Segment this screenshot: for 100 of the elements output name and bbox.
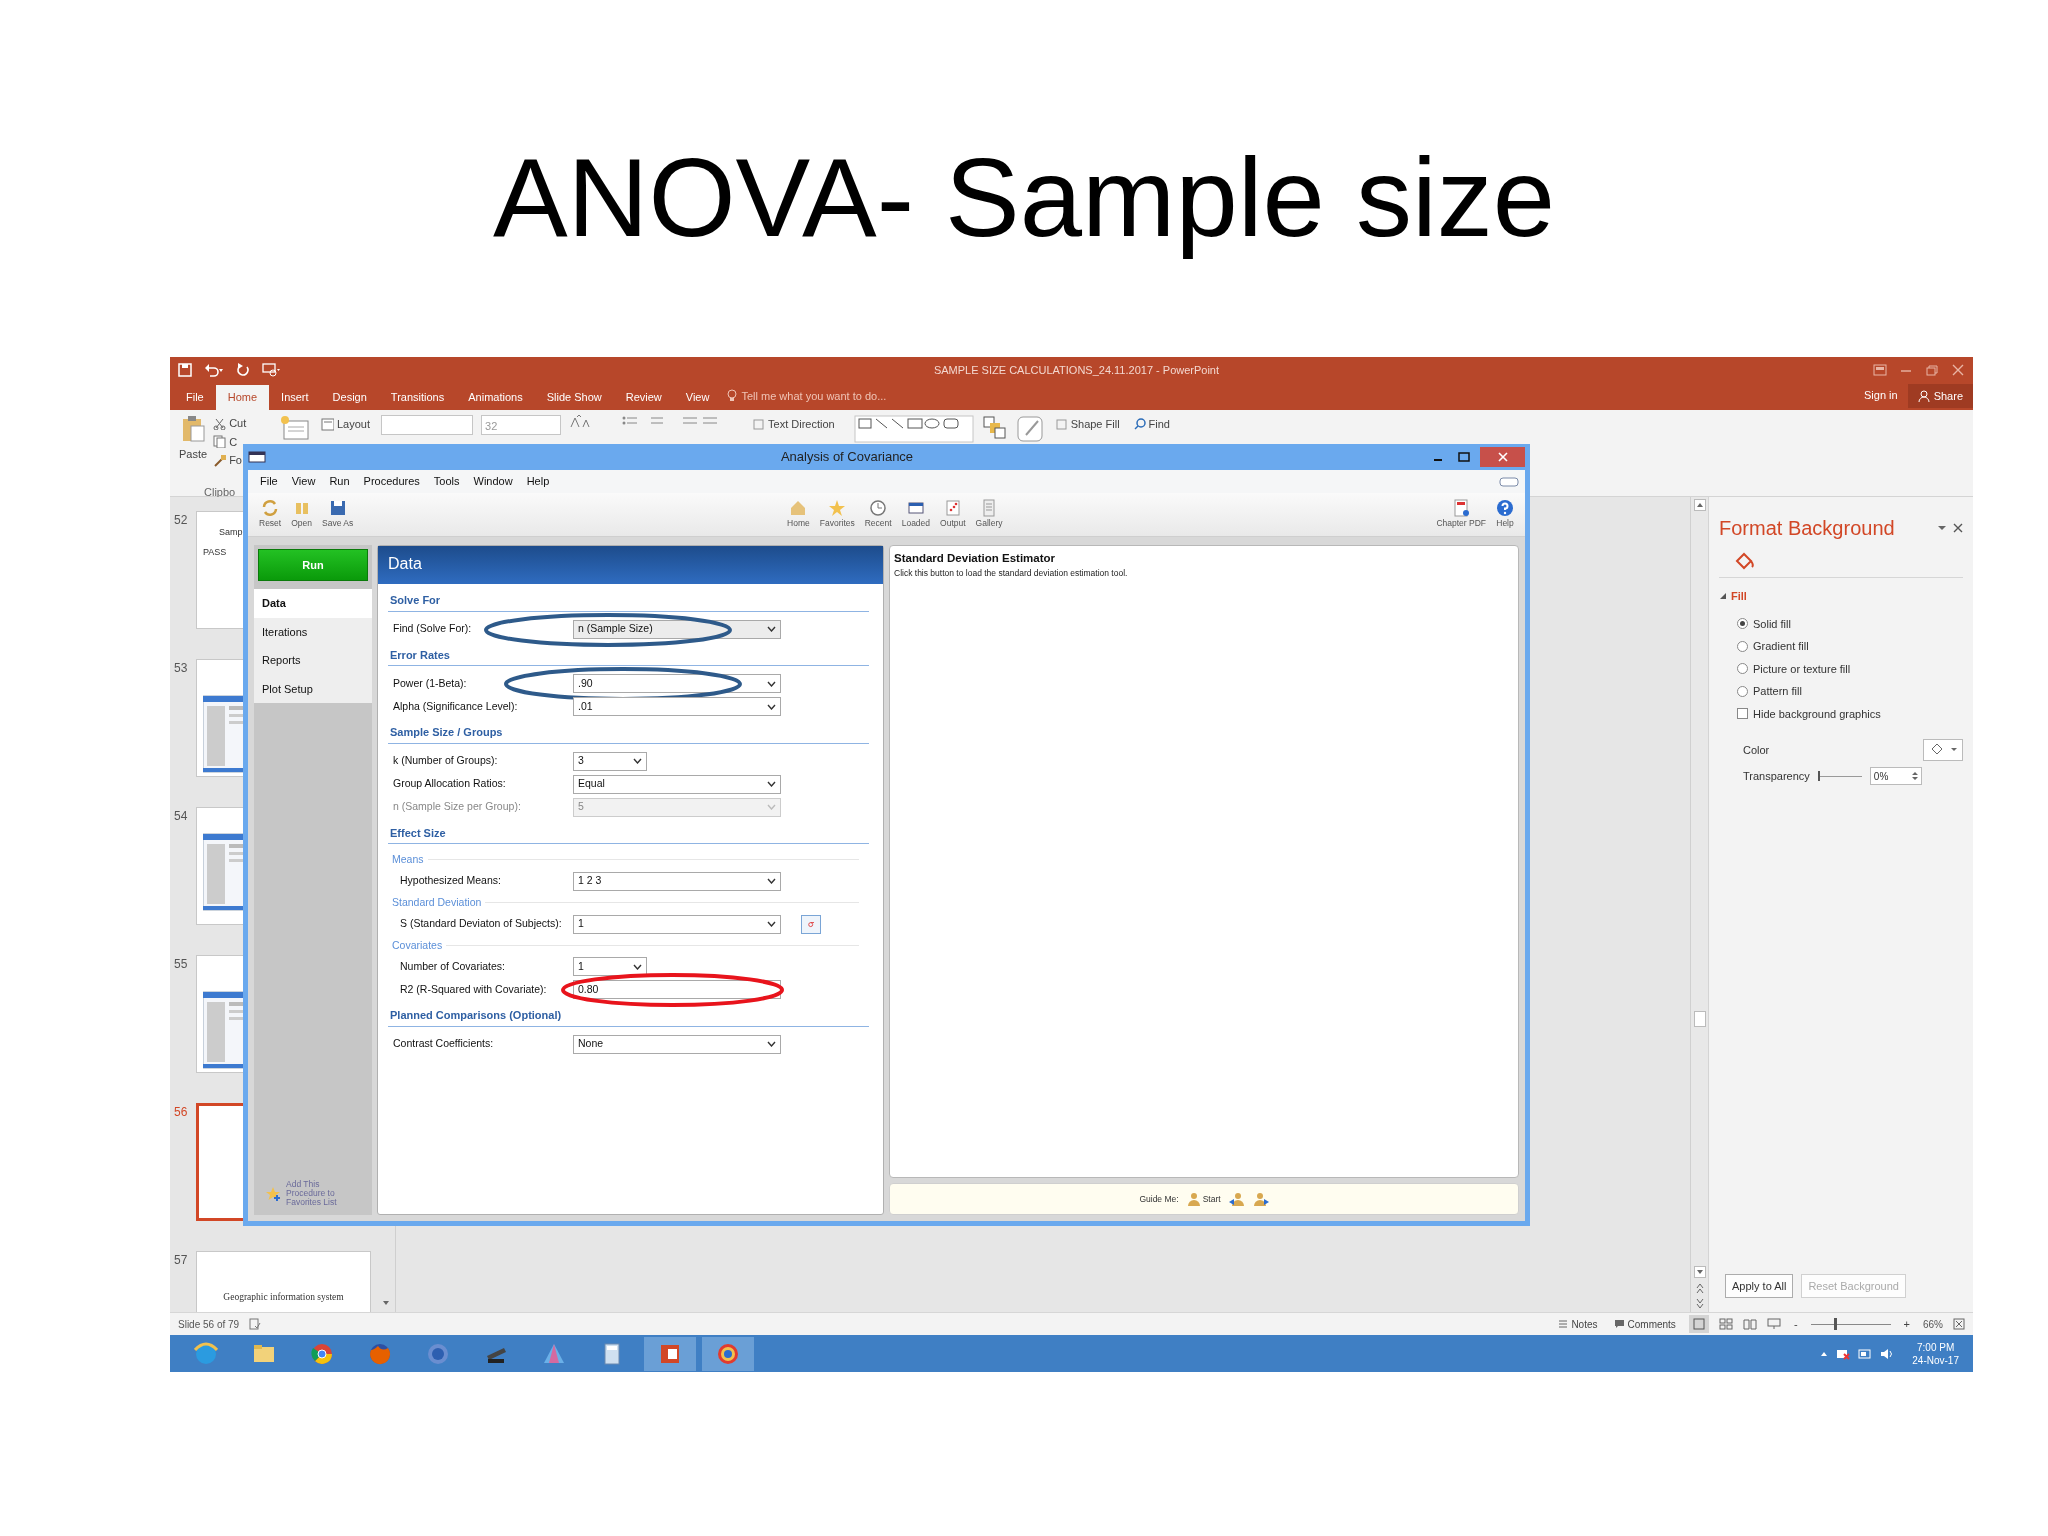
reading-view-icon[interactable] [1742, 1318, 1757, 1330]
previous-slide-icon[interactable] [1694, 1282, 1705, 1294]
scrollbar-thumb[interactable] [1693, 1011, 1706, 1027]
power-icon[interactable] [1858, 1347, 1873, 1360]
nav-tab[interactable]: Data [254, 589, 372, 618]
dropdown[interactable]: Equal [573, 774, 781, 794]
ribbon-button[interactable]: Layout [318, 415, 374, 434]
radio-button[interactable] [1737, 618, 1748, 630]
dropdown[interactable]: 1 [573, 914, 781, 934]
dropdown-icon[interactable] [1937, 523, 1947, 533]
paste-button[interactable]: Paste [176, 414, 211, 470]
nav-tab[interactable]: Iterations [254, 617, 372, 646]
spellcheck-icon[interactable] [249, 1318, 262, 1330]
toolbar-button[interactable]: Favorites [814, 499, 860, 530]
find-button[interactable]: Find [1130, 415, 1173, 434]
slider-thumb[interactable] [1817, 771, 1820, 781]
scroll-down-icon[interactable] [1693, 1266, 1706, 1278]
checkbox[interactable] [1737, 708, 1748, 720]
zoom-in-button[interactable]: + [1900, 1314, 1913, 1334]
ribbon-tab[interactable]: Review [613, 384, 674, 410]
clock-date[interactable]: 24-Nov-17 [1912, 1353, 1959, 1367]
pane-button[interactable]: Apply to All [1725, 1273, 1794, 1298]
dropdown[interactable]: None [573, 1034, 781, 1054]
zoom-out-button[interactable]: - [1790, 1314, 1801, 1334]
browser-icon[interactable] [310, 1341, 334, 1366]
slide-sorter-icon[interactable] [1718, 1318, 1733, 1330]
ribbon-tab[interactable]: Slide Show [534, 384, 614, 410]
ribbon-button[interactable]: Text Direction [749, 415, 838, 434]
toolbar-button[interactable]: Open [286, 499, 317, 530]
dropdown[interactable]: 1 [573, 957, 647, 977]
section-heading[interactable]: Fill [1731, 588, 1747, 605]
radio-button[interactable] [1737, 640, 1748, 652]
slider[interactable] [1817, 771, 1862, 781]
toolbar-button[interactable]: Gallery [970, 499, 1008, 530]
quick-styles-icon[interactable] [1015, 415, 1044, 443]
next-slide-icon[interactable] [1694, 1298, 1705, 1310]
globe-icon[interactable] [426, 1341, 450, 1366]
fit-slide-icon[interactable] [1953, 1318, 1965, 1330]
color-picker-button[interactable] [1923, 739, 1963, 761]
arrange-icon[interactable] [981, 415, 1008, 441]
slide-thumbnail[interactable]: Geographic information system [196, 1251, 371, 1312]
toolbar-button[interactable]: Recent [859, 499, 897, 530]
ribbon-tab[interactable]: File [174, 384, 216, 410]
radio-button[interactable] [1737, 685, 1748, 697]
restore-icon[interactable] [1925, 364, 1939, 376]
menu-item[interactable]: Tools [427, 472, 466, 491]
ribbon-tab[interactable]: View [673, 384, 722, 410]
sigma-button[interactable] [801, 914, 821, 934]
clock-time[interactable]: 7:00 PM [1917, 1340, 1955, 1354]
normal-view-icon[interactable] [1688, 1315, 1709, 1333]
menu-item[interactable]: Help [520, 472, 556, 491]
spin-field[interactable]: 0% [1869, 767, 1922, 785]
nav-tab[interactable]: Plot Setup [254, 674, 372, 703]
sign-in-link[interactable]: Sign in [1854, 386, 1908, 410]
menu-item[interactable]: View [285, 472, 322, 491]
dropdown[interactable]: .01 [573, 697, 781, 716]
browser-icon[interactable] [194, 1341, 218, 1366]
dropdown[interactable]: .90 [573, 674, 781, 693]
ribbon-tab[interactable]: Transitions [378, 384, 457, 410]
font-field[interactable] [381, 415, 474, 435]
network-icon[interactable] [1836, 1347, 1851, 1360]
undo-icon[interactable] [204, 363, 224, 377]
ribbon-tab[interactable]: Animations [456, 384, 535, 410]
toolbar-button[interactable]: Chapter PDF [1431, 499, 1491, 530]
ribbon-button[interactable]: Shape Fill [1051, 415, 1123, 434]
menu-item[interactable]: File [254, 472, 284, 491]
radio-button[interactable] [1737, 663, 1748, 675]
shapes-gallery-icon[interactable] [853, 415, 974, 443]
start-button[interactable]: Start [1186, 1192, 1221, 1206]
ribbon-tab[interactable]: Home [215, 384, 270, 410]
slider-thumb[interactable] [1833, 1318, 1837, 1330]
close-icon[interactable] [1953, 523, 1963, 533]
ribbon-tab[interactable]: Design [320, 384, 379, 410]
toolbar-button[interactable]: Help [1491, 499, 1519, 530]
notes-button[interactable]: Notes [1555, 1315, 1601, 1333]
text-field[interactable]: 0.80 [573, 980, 781, 1000]
scroll-up-icon[interactable] [1693, 499, 1706, 511]
toolbar-button[interactable]: Output [935, 499, 971, 530]
close-button[interactable] [1480, 447, 1525, 467]
share-button[interactable]: Share [1907, 383, 1973, 408]
toolbar-button[interactable]: Home [782, 499, 815, 530]
toolbar-button[interactable]: Loaded [896, 499, 936, 530]
menu-item[interactable]: Procedures [357, 472, 426, 491]
menu-item[interactable]: Run [323, 472, 356, 491]
dropdown[interactable]: n (Sample Size) [573, 619, 781, 639]
close-icon[interactable] [1951, 364, 1965, 376]
expanded-triangle-icon[interactable] [1719, 592, 1727, 601]
browser-icon[interactable] [368, 1341, 392, 1366]
redo-icon[interactable] [236, 363, 250, 377]
ribbon-button[interactable]: Fo [210, 451, 250, 470]
presenter-icon[interactable] [262, 363, 280, 377]
nav-tab[interactable]: Reports [254, 646, 372, 675]
app-icon[interactable] [248, 451, 266, 463]
star-plus-icon[interactable] [266, 1185, 282, 1202]
volume-icon[interactable] [1880, 1347, 1895, 1360]
target-icon[interactable] [716, 1341, 740, 1366]
save-icon[interactable] [178, 363, 192, 377]
toolbar-button[interactable]: Save As [317, 499, 359, 530]
ribbon-tab[interactable]: Insert [269, 384, 321, 410]
dropdown[interactable]: 1 2 3 [573, 871, 781, 891]
